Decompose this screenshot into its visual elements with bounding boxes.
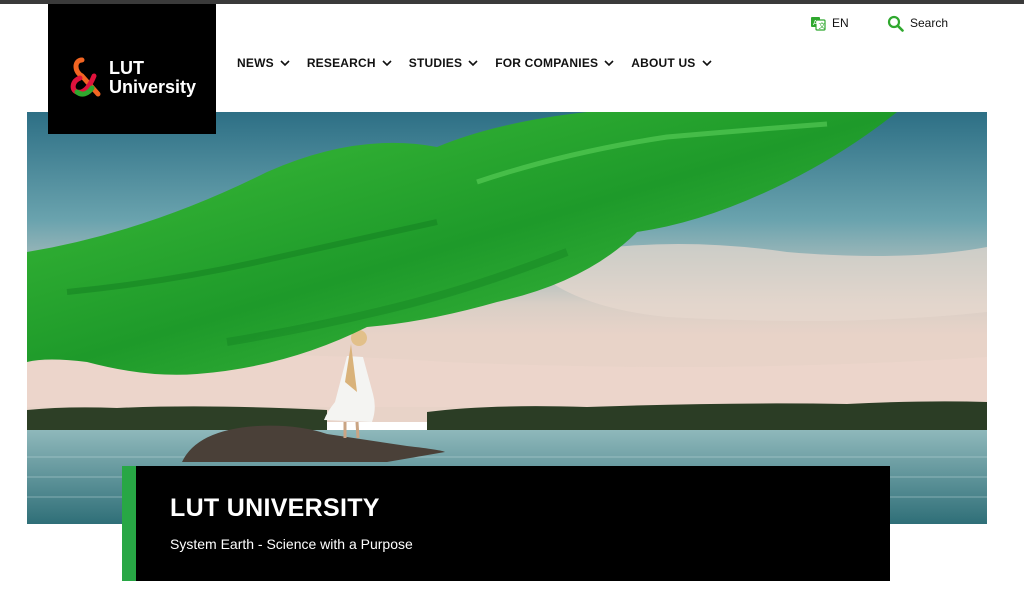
chevron-down-icon (468, 59, 478, 66)
nav-item-news[interactable]: NEWS (237, 56, 290, 70)
search-link[interactable]: Search (887, 12, 948, 34)
nav-item-label: NEWS (237, 56, 274, 70)
translate-icon: A 文 (811, 17, 826, 31)
nav-item-label: ABOUT US (631, 56, 696, 70)
chevron-down-icon (604, 59, 614, 66)
nav-item-studies[interactable]: STUDIES (409, 56, 478, 70)
chevron-down-icon (701, 59, 712, 66)
svg-text:A: A (813, 19, 818, 27)
svg-text:文: 文 (819, 21, 826, 30)
nav-item-label: RESEARCH (306, 56, 376, 70)
logo-text: LUT University (109, 59, 196, 97)
hero-caption: LUT UNIVERSITY System Earth - Science wi… (122, 466, 890, 581)
chevron-down-icon (382, 59, 392, 66)
nav-item-about-us[interactable]: ABOUT US (631, 56, 712, 70)
language-switcher[interactable]: A 文 EN (810, 12, 849, 34)
language-label: EN (832, 16, 849, 30)
chevron-down-icon (280, 59, 290, 66)
hero-image (27, 112, 987, 524)
lut-ampersand-icon (70, 57, 101, 97)
main-nav: NEWS RESEARCH STUDIES FOR COMPANIES ABOU… (237, 52, 729, 74)
caption-accent-bar (122, 466, 136, 581)
nav-item-for-companies[interactable]: FOR COMPANIES (495, 56, 614, 70)
logo-line-2: University (109, 77, 197, 97)
nav-item-research[interactable]: RESEARCH (307, 56, 392, 70)
hero-subtitle: System Earth - Science with a Purpose (170, 536, 413, 552)
hero-title: LUT UNIVERSITY (170, 494, 380, 522)
search-icon (887, 15, 904, 32)
nav-item-label: STUDIES (408, 56, 463, 70)
logo-line-1: LUT (109, 58, 144, 78)
search-label: Search (910, 16, 949, 30)
site-logo[interactable]: LUT University (48, 4, 216, 134)
hero-illustration (27, 112, 987, 524)
nav-item-label: FOR COMPANIES (495, 56, 599, 70)
